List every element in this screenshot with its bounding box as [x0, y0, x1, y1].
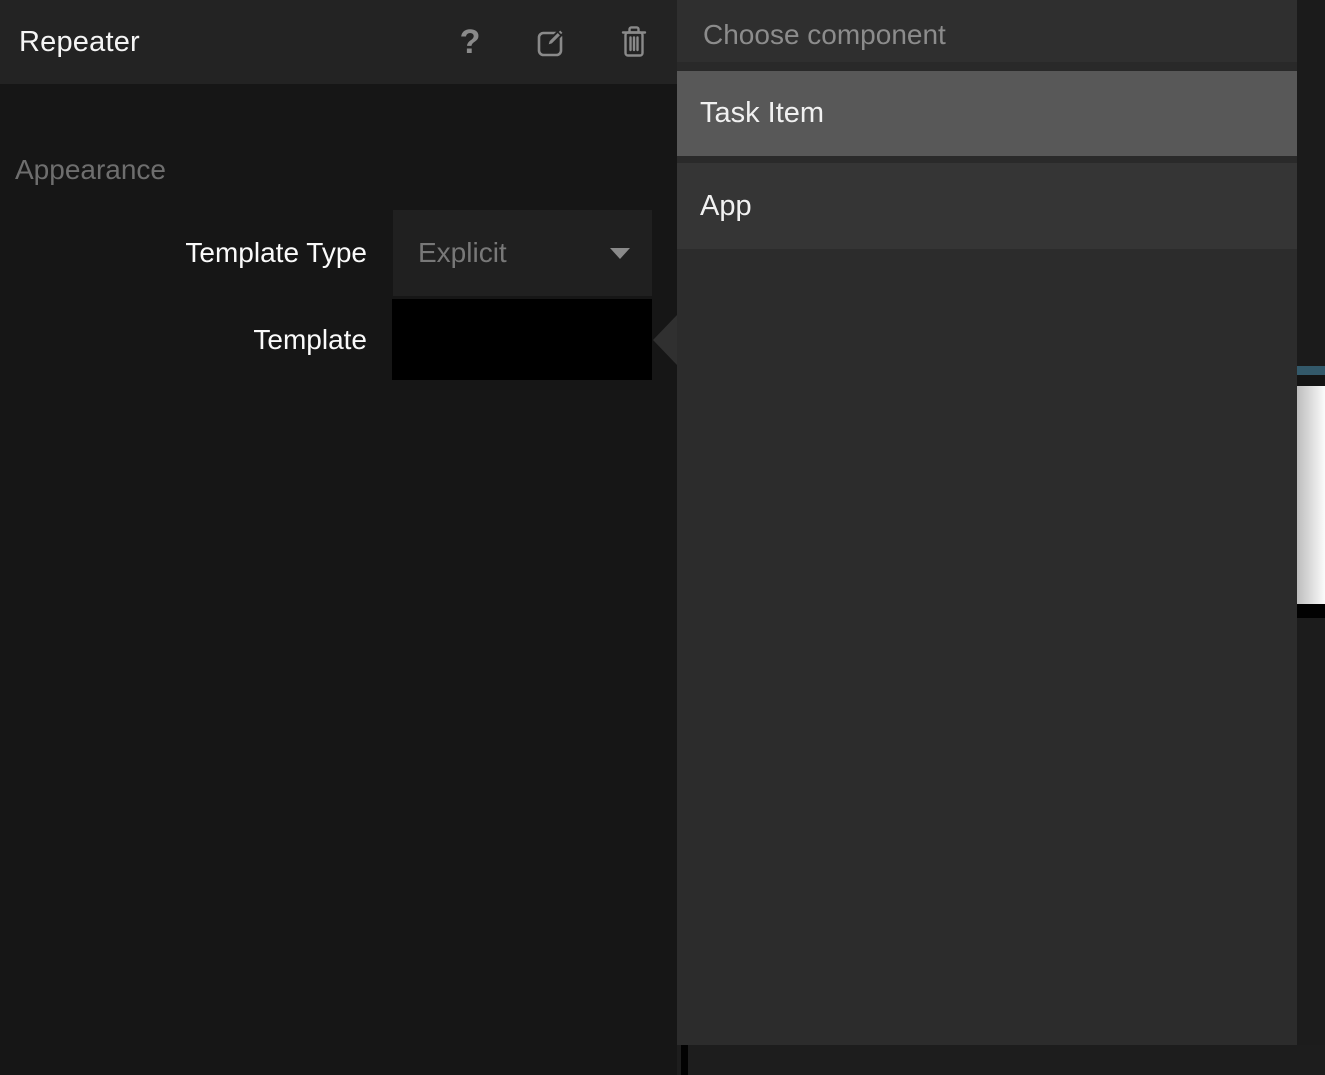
properties-header: Repeater ? — [0, 0, 677, 84]
chevron-down-icon — [610, 248, 630, 259]
vertical-divider-line — [681, 1045, 688, 1075]
page-title: Repeater — [19, 0, 140, 84]
canvas-background-sliver — [1297, 0, 1325, 1045]
dropdown-pointer-arrow — [653, 315, 677, 365]
divider — [677, 62, 1297, 71]
app-builder-screen: Repeater ? Appearance — [0, 0, 1325, 1075]
help-icon[interactable]: ? — [444, 0, 496, 84]
dark-strip — [1297, 375, 1325, 386]
appearance-section-label: Appearance — [15, 154, 166, 186]
edit-icon[interactable] — [525, 0, 577, 84]
template-type-value: Explicit — [418, 210, 507, 296]
properties-panel: Repeater ? Appearance — [0, 0, 677, 1075]
divider — [677, 156, 1297, 163]
editor-bottom-strip — [677, 1045, 1325, 1075]
delete-icon[interactable] — [608, 0, 660, 84]
template-label: Template — [0, 320, 367, 360]
template-type-select[interactable]: Explicit — [393, 210, 652, 296]
template-preview-box[interactable] — [392, 299, 652, 380]
component-picker-dropdown: Choose component Task Item App — [677, 0, 1297, 1045]
picker-header: Choose component — [677, 0, 1297, 62]
picker-option-task-item[interactable]: Task Item — [677, 71, 1297, 156]
lower-background — [1297, 618, 1325, 1045]
picker-option-app[interactable]: App — [677, 163, 1297, 249]
black-strip — [1297, 604, 1325, 618]
template-type-label: Template Type — [0, 233, 367, 273]
teal-accent-bar — [1297, 366, 1325, 375]
page-canvas-edge — [1297, 386, 1325, 604]
